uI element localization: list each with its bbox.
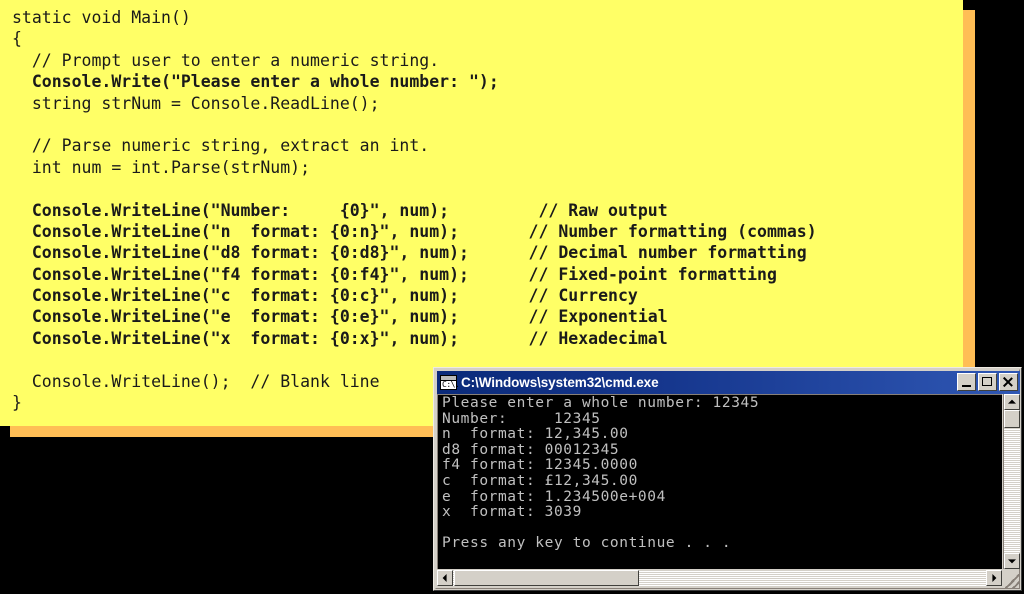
console-output-line: d8 format: 00012345 [442, 441, 620, 458]
console-output-line [442, 521, 759, 537]
code-line: Console.WriteLine("c format: {0:c}", num… [12, 286, 638, 306]
minimize-icon [962, 385, 971, 387]
console-output-line: n format: 12,345.00 [442, 426, 629, 443]
code-line: Console.WriteLine("x format: {0:x}", num… [12, 328, 668, 348]
code-line: // Prompt user to enter a numeric string… [12, 50, 440, 70]
close-button[interactable] [999, 373, 1018, 391]
console-output-line: e format: 1.234500e+004 [442, 488, 666, 505]
cmd-icon-glyph: C:\. [442, 380, 460, 389]
vertical-scroll-thumb[interactable] [1004, 410, 1020, 428]
code-line: Console.WriteLine("n format: {0:n}", num… [12, 221, 817, 241]
horizontal-scroll-thumb[interactable] [454, 570, 639, 586]
horizontal-scrollbar[interactable] [437, 570, 1002, 587]
console-output-text: Please enter a whole number: 12345 Number… [442, 395, 760, 552]
minimize-button[interactable] [957, 373, 976, 391]
maximize-icon [982, 377, 992, 386]
scroll-up-arrow[interactable] [1004, 394, 1020, 410]
chevron-up-icon [1008, 399, 1016, 404]
code-line: Console.WriteLine("e format: {0:e}", num… [12, 307, 668, 327]
console-output-line: Press any key to continue . . . [442, 535, 732, 552]
code-panel: static void Main() { // Prompt user to en… [0, 0, 963, 426]
console-titlebar[interactable]: C:\. C:\Windows\system32\cmd.exe [437, 371, 1020, 394]
code-line: // Parse numeric string, extract an int. [12, 136, 430, 156]
resize-grip[interactable] [1005, 574, 1020, 589]
code-line: Console.WriteLine("f4 format: {0:f4}", n… [12, 264, 777, 284]
console-output-line: Number: 12345 [442, 410, 601, 427]
chevron-down-icon [1008, 559, 1016, 564]
code-line: string strNum = Console.ReadLine(); [12, 93, 380, 113]
code-listing: static void Main() { // Prompt user to en… [12, 7, 962, 413]
console-output-line: Please enter a whole number: 12345 [442, 395, 760, 411]
chevron-right-icon [992, 574, 997, 582]
cmd-console-window[interactable]: C:\. C:\Windows\system32\cmd.exe Please … [433, 367, 1022, 591]
scroll-down-arrow[interactable] [1004, 553, 1020, 569]
console-output-line: x format: 3039 [442, 504, 582, 521]
code-line: static void Main() [12, 8, 191, 27]
console-output-line: c format: £12,345.00 [442, 472, 638, 489]
cmd-prompt-icon: C:\. [440, 375, 460, 390]
code-line: Console.WriteLine("Number: {0}", num); /… [12, 200, 668, 220]
window-controls [957, 373, 1018, 391]
console-window-title: C:\Windows\system32\cmd.exe [461, 375, 659, 390]
console-screen[interactable]: Please enter a whole number: 12345 Number… [437, 394, 1002, 569]
scroll-left-arrow[interactable] [437, 570, 453, 586]
console-client-area: Please enter a whole number: 12345 Number… [437, 394, 1020, 587]
chevron-left-icon [442, 574, 447, 582]
scroll-right-arrow[interactable] [986, 570, 1002, 586]
code-line: Console.Write("Please enter a whole numb… [12, 72, 499, 92]
maximize-button[interactable] [978, 373, 997, 391]
code-line: int num = int.Parse(strNum); [12, 157, 311, 177]
console-output-line: f4 format: 12345.0000 [442, 457, 638, 474]
vertical-scrollbar[interactable] [1003, 394, 1020, 569]
code-line: { [12, 29, 22, 49]
code-line: Console.WriteLine("d8 format: {0:d8}", n… [12, 243, 807, 263]
